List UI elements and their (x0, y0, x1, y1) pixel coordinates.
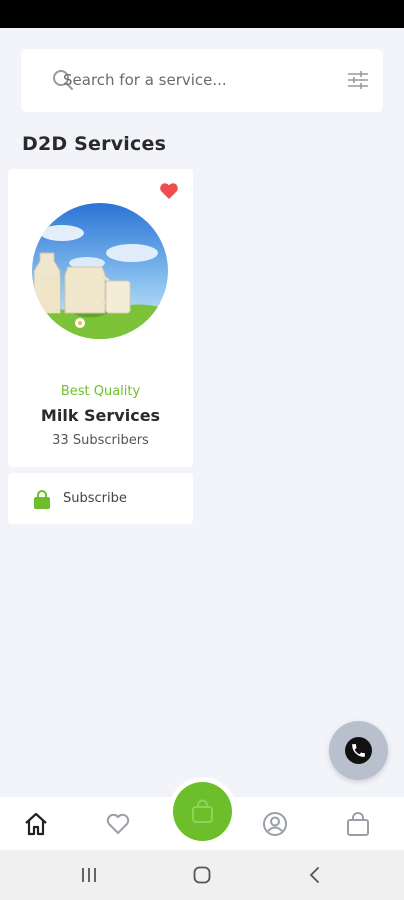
service-name: Milk Services (40, 406, 161, 425)
service-card[interactable]: Best Quality Milk Services 33 Subscriber… (8, 169, 193, 467)
bag-icon (192, 799, 213, 823)
system-nav-bar (0, 850, 404, 900)
heart-icon[interactable] (159, 182, 179, 200)
recent-apps-icon[interactable] (79, 866, 99, 884)
subscribe-label: Subscribe (63, 491, 127, 506)
cart-fab[interactable] (173, 782, 232, 841)
call-button[interactable] (329, 721, 388, 780)
status-bar (0, 0, 404, 28)
service-image (32, 203, 168, 339)
subscriber-count: 33 Subscribers (52, 433, 149, 448)
filter-icon[interactable] (346, 69, 370, 91)
heart-icon[interactable] (105, 811, 131, 837)
subscribe-button[interactable]: Subscribe (8, 473, 193, 524)
section-title: D2D Services (22, 133, 167, 155)
home-icon[interactable] (23, 811, 49, 837)
quality-tag: Best Quality (60, 384, 141, 399)
search-input[interactable] (63, 67, 333, 93)
back-icon[interactable] (305, 866, 325, 884)
search-bar[interactable] (21, 49, 383, 112)
call-icon-bg (345, 737, 372, 764)
phone-icon (352, 744, 365, 757)
bag-icon[interactable] (345, 811, 371, 837)
user-icon[interactable] (262, 811, 288, 837)
bag-icon (34, 490, 50, 509)
home-button-icon[interactable] (192, 866, 212, 884)
